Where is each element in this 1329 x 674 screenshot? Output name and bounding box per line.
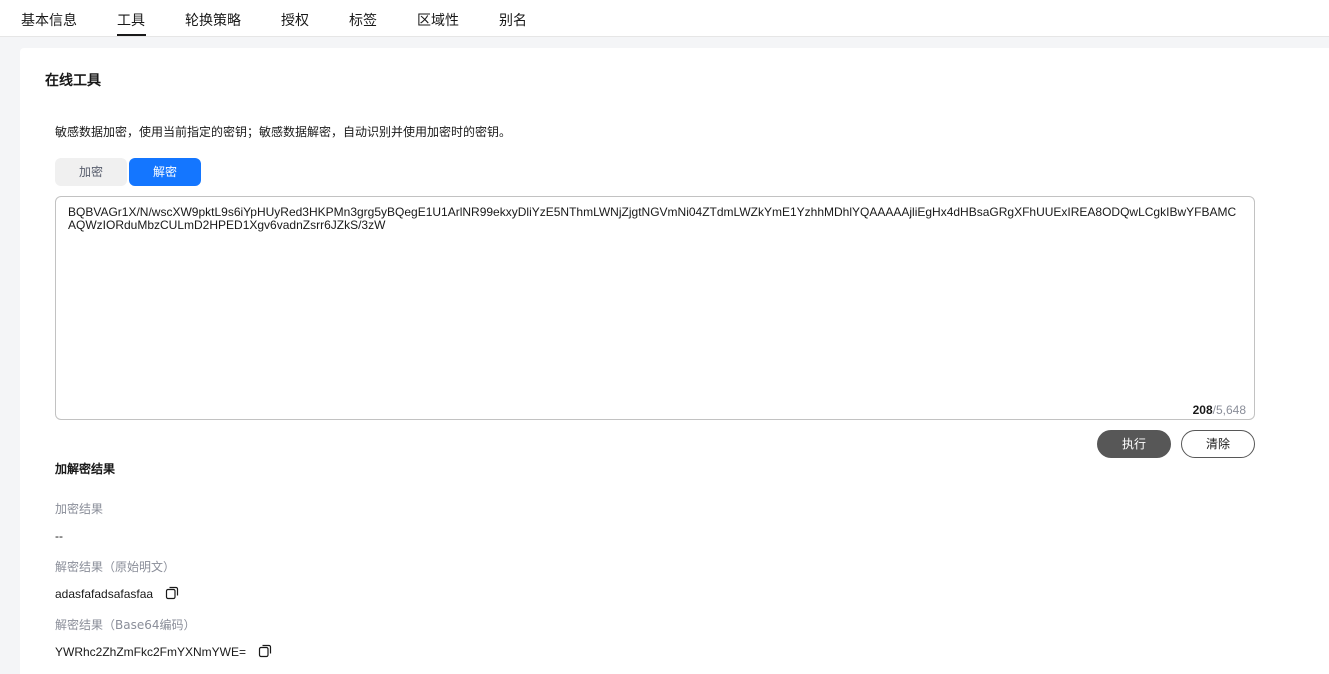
char-count: 208 xyxy=(1192,403,1213,417)
char-counter: 208/5,648 xyxy=(1193,403,1246,417)
detail-tabbar: 基本信息 工具 轮换策略 授权 标签 区域性 别名 xyxy=(0,0,1329,37)
section-title: 在线工具 xyxy=(45,73,101,89)
clear-button[interactable]: 清除 xyxy=(1181,430,1255,458)
tab-tags[interactable]: 标签 xyxy=(349,10,377,30)
decrypt-mode-button[interactable]: 解密 xyxy=(129,158,201,186)
encrypt-mode-button[interactable]: 加密 xyxy=(55,158,127,186)
tab-alias[interactable]: 别名 xyxy=(499,10,527,30)
decrypt-plain-label: 解密结果（原始明文） xyxy=(55,560,176,574)
online-tools-panel: 在线工具 敏感数据加密，使用当前指定的密钥；敏感数据解密，自动识别并使用加密时的… xyxy=(20,48,1329,674)
tab-basic-info[interactable]: 基本信息 xyxy=(21,10,77,30)
tab-tools[interactable]: 工具 xyxy=(117,10,145,30)
run-button[interactable]: 执行 xyxy=(1097,430,1171,458)
tab-rotation-policy[interactable]: 轮换策略 xyxy=(185,10,241,30)
char-limit: /5,648 xyxy=(1212,403,1246,417)
copy-icon[interactable] xyxy=(165,586,179,600)
decrypt-base64-value: YWRhc2ZhZmFkc2FmYXNmYWE= xyxy=(55,645,247,659)
decrypt-plain-value: adasfafadsafasfaa xyxy=(55,587,154,601)
data-input-textarea[interactable]: BQBVAGr1X/N/wscXW9pktL9s6iYpHUyRed3HKPMn… xyxy=(55,196,1255,420)
data-input-text[interactable]: BQBVAGr1X/N/wscXW9pktL9s6iYpHUyRed3HKPMn… xyxy=(68,206,1240,232)
copy-icon[interactable] xyxy=(258,644,272,658)
decrypt-base64-label: 解密结果（Base64编码） xyxy=(55,618,196,632)
tab-regional[interactable]: 区域性 xyxy=(417,10,459,30)
tool-description: 敏感数据加密，使用当前指定的密钥；敏感数据解密，自动识别并使用加密时的密钥。 xyxy=(55,125,512,139)
results-title: 加解密结果 xyxy=(55,462,116,476)
tab-grants[interactable]: 授权 xyxy=(281,10,309,30)
active-tab-indicator xyxy=(117,34,146,36)
encrypt-result-value: -- xyxy=(55,529,63,543)
encrypt-result-label: 加密结果 xyxy=(55,502,104,516)
